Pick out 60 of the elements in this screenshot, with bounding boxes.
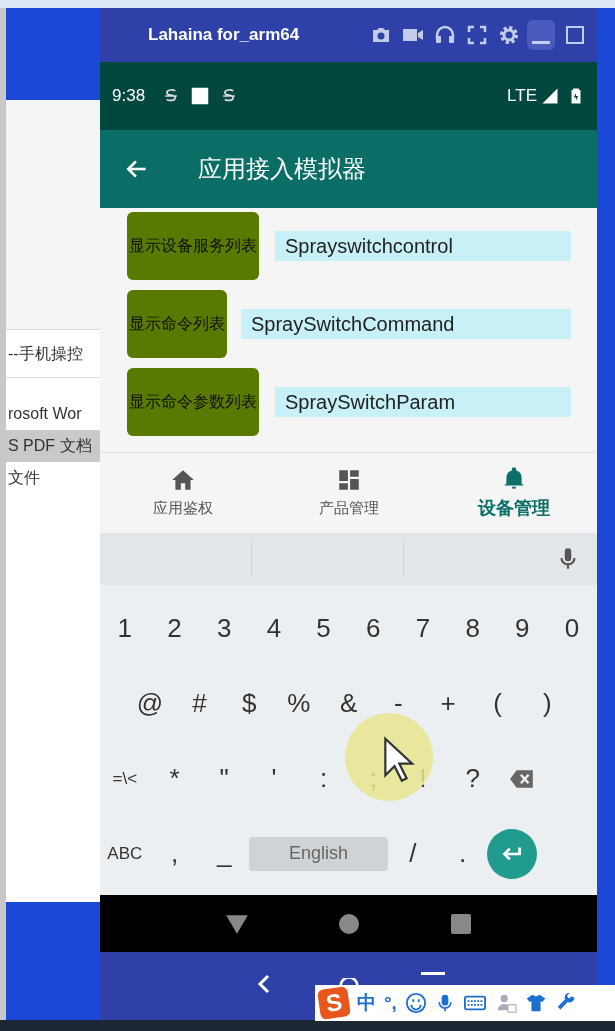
shirt-icon[interactable] — [524, 992, 547, 1014]
touch-cursor-icon — [345, 713, 433, 801]
recents-square-icon[interactable] — [449, 911, 474, 936]
keyboard-key[interactable]: 7 — [398, 591, 448, 666]
keyboard-key[interactable]: * — [149, 741, 200, 816]
home-circle-icon[interactable] — [337, 911, 362, 936]
keyboard-key[interactable]: 8 — [447, 591, 498, 666]
keyboard-key[interactable]: 4 — [249, 591, 299, 666]
settings-icon[interactable] — [497, 23, 521, 47]
keyboard-key[interactable]: ( — [472, 666, 523, 741]
keyboard-key[interactable]: 9 — [497, 591, 548, 666]
keyboard-key[interactable]: . — [437, 816, 488, 891]
text-field[interactable]: SpraySwitchParam — [275, 387, 571, 417]
ime-logo[interactable]: S — [317, 986, 351, 1020]
file-list-item[interactable]: S PDF 文档 — [6, 430, 100, 462]
keyboard-key[interactable]: 3 — [199, 591, 250, 666]
keyboard-key[interactable]: ) — [522, 666, 573, 741]
keyboard-key[interactable]: 2 — [149, 591, 200, 666]
keyboard-key[interactable]: : — [298, 741, 349, 816]
keyboard-key[interactable]: ' — [249, 741, 299, 816]
keyboard-key[interactable]: , — [149, 816, 200, 891]
input-mode-toggle[interactable]: 中 — [357, 988, 376, 1018]
keyboard-key[interactable]: 5 — [298, 591, 349, 666]
text-field[interactable]: SpraySwitchCommand — [241, 309, 571, 339]
nav-tab[interactable]: 产品管理 — [265, 453, 432, 533]
minimize-icon — [532, 40, 550, 44]
keyboard-key[interactable]: + — [423, 666, 473, 741]
punctuation-toggle[interactable]: °, — [384, 988, 397, 1018]
space-key[interactable]: English — [249, 836, 389, 871]
keyboard-key[interactable]: ABC — [100, 816, 150, 891]
nav-tab[interactable]: 应用鉴权 — [100, 453, 266, 533]
keyboard-key[interactable]: $ — [224, 666, 275, 741]
fullscreen-icon[interactable] — [465, 23, 489, 47]
file-list-item[interactable]: rosoft Wor — [6, 398, 100, 430]
keyboard-key[interactable]: " — [199, 741, 250, 816]
status-time: 9:38 — [112, 85, 146, 108]
keyboard-key[interactable]: @ — [125, 666, 175, 741]
text-field[interactable]: Sprayswitchcontrol — [275, 231, 571, 261]
file-list-item[interactable]: 文件 — [6, 462, 100, 494]
show-list-button[interactable]: 显示命令列表 — [127, 290, 227, 358]
app-bar-title: 应用接入模拟器 — [198, 154, 366, 184]
show-list-button[interactable]: 显示设备服务列表 — [127, 212, 259, 280]
keyboard-key[interactable]: 1 — [100, 591, 150, 666]
maximize-icon[interactable] — [563, 23, 587, 47]
nav-tab[interactable]: 设备管理 — [431, 453, 597, 533]
keyboard-key[interactable]: ? — [447, 741, 498, 816]
keyboard-key[interactable]: # — [174, 666, 225, 741]
minimize-button[interactable] — [527, 20, 555, 50]
keyboard-key[interactable]: % — [274, 666, 324, 741]
keyboard-key[interactable]: / — [388, 816, 438, 891]
smiley-icon[interactable] — [404, 992, 427, 1014]
keyboard-key[interactable]: =\< — [100, 741, 150, 816]
keyboard-key[interactable]: 6 — [348, 591, 399, 666]
menu-line-icon[interactable] — [420, 972, 445, 975]
show-list-button[interactable]: 显示命令参数列表 — [127, 368, 259, 436]
keyboard-key[interactable]: _ — [199, 816, 250, 891]
keyboard-key[interactable]: 0 — [547, 591, 597, 666]
window-title: Lahaina for_arm64 — [148, 24, 300, 47]
signal-icon — [541, 87, 559, 105]
network-type: LTE — [507, 85, 537, 108]
